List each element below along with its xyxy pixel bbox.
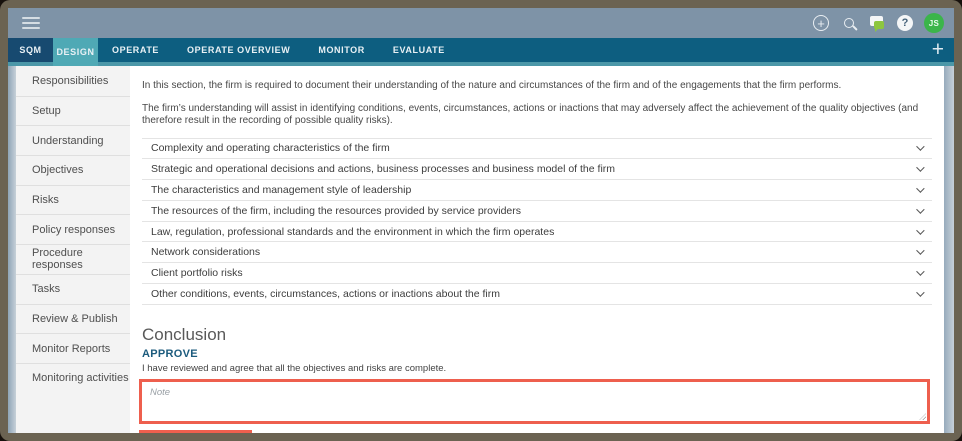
chevron-down-icon [916, 247, 924, 255]
resize-grip-icon[interactable] [919, 413, 926, 420]
accordion-label: Law, regulation, professional standards … [151, 226, 554, 238]
sidebar-item-objectives[interactable]: Objectives [16, 155, 130, 185]
sidebar-item-risks[interactable]: Risks [16, 185, 130, 215]
user-avatar[interactable]: JS [924, 13, 944, 33]
intro-text: In this section, the firm is required to… [142, 80, 932, 128]
note-input[interactable] [142, 382, 927, 416]
accordion-list: Complexity and operating characteristics… [142, 138, 932, 305]
chevron-down-icon [916, 226, 924, 234]
nav-bar: SQM DESIGN OPERATE OPERATE OVERVIEW MONI… [8, 38, 954, 62]
accordion-label: The characteristics and management style… [151, 184, 411, 196]
accordion-other-conditions[interactable]: Other conditions, events, circumstances,… [142, 283, 932, 304]
accordion-label: Network considerations [151, 246, 260, 258]
sidebar-item-procedure-responses[interactable]: Procedure responses [16, 244, 130, 274]
messages-icon[interactable] [868, 14, 886, 32]
accordion-network-considerations[interactable]: Network considerations [142, 241, 932, 262]
chevron-down-icon [916, 205, 924, 213]
sidebar-item-responsibilities[interactable]: Responsibilities [16, 66, 130, 96]
add-icon[interactable]: + [812, 14, 830, 32]
sidebar-item-tasks[interactable]: Tasks [16, 274, 130, 304]
signoff-annotation-highlight: Agree and Sign Off [139, 430, 252, 433]
accordion-law-regulation[interactable]: Law, regulation, professional standards … [142, 221, 932, 242]
tab-operate[interactable]: OPERATE [98, 38, 173, 62]
accordion-complexity[interactable]: Complexity and operating characteristics… [142, 138, 932, 159]
left-edge-stripe [8, 66, 16, 433]
accordion-strategic-decisions[interactable]: Strategic and operational decisions and … [142, 158, 932, 179]
body-row: Responsibilities Setup Understanding Obj… [8, 66, 954, 433]
nav-add-icon[interactable]: + [932, 40, 944, 60]
nav-wrap: SQM DESIGN OPERATE OPERATE OVERVIEW MONI… [8, 38, 954, 66]
accordion-client-portfolio-risks[interactable]: Client portfolio risks [142, 262, 932, 283]
chevron-down-icon [916, 164, 924, 172]
intro-paragraph-1: In this section, the firm is required to… [142, 80, 932, 93]
sidebar-item-review-publish[interactable]: Review & Publish [16, 304, 130, 334]
accordion-firm-resources[interactable]: The resources of the firm, including the… [142, 200, 932, 221]
tab-monitor[interactable]: MONITOR [304, 38, 379, 62]
sidebar-item-monitor-reports[interactable]: Monitor Reports [16, 333, 130, 363]
tab-sqm[interactable]: SQM [8, 38, 53, 62]
sidebar-item-setup[interactable]: Setup [16, 96, 130, 126]
approve-heading: APPROVE [142, 348, 932, 360]
main-content: In this section, the firm is required to… [130, 66, 944, 433]
nav-accent-line [8, 62, 954, 66]
help-icon[interactable]: ? [896, 14, 914, 32]
topbar-icons: + ? JS [812, 13, 944, 33]
approve-description: I have reviewed and agree that all the o… [142, 363, 932, 374]
sidebar-item-policy-responses[interactable]: Policy responses [16, 214, 130, 244]
search-icon[interactable] [840, 14, 858, 32]
accordion-leadership-style[interactable]: The characteristics and management style… [142, 179, 932, 200]
accordion-label: Other conditions, events, circumstances,… [151, 288, 500, 300]
chevron-down-icon [916, 288, 924, 296]
tab-operate-overview[interactable]: OPERATE OVERVIEW [173, 38, 304, 62]
top-bar: + ? JS [8, 8, 954, 38]
accordion-label: Complexity and operating characteristics… [151, 142, 390, 154]
conclusion-title: Conclusion [142, 325, 932, 345]
accordion-label: The resources of the firm, including the… [151, 205, 521, 217]
tab-evaluate[interactable]: EVALUATE [379, 38, 459, 62]
chevron-down-icon [916, 143, 924, 151]
hamburger-menu-icon[interactable] [22, 17, 40, 29]
intro-paragraph-2: The firm’s understanding will assist in … [142, 103, 932, 128]
sidebar-item-understanding[interactable]: Understanding [16, 125, 130, 155]
accordion-label: Client portfolio risks [151, 267, 243, 279]
chevron-down-icon [916, 184, 924, 192]
right-scrollbar-track[interactable] [944, 66, 954, 433]
sidebar: Responsibilities Setup Understanding Obj… [16, 66, 130, 433]
accordion-label: Strategic and operational decisions and … [151, 163, 615, 175]
app-content: + ? JS SQM DESIGN OPERATE [8, 8, 954, 433]
sidebar-item-monitoring-activities[interactable]: Monitoring activities [16, 363, 130, 393]
app-window: + ? JS SQM DESIGN OPERATE [0, 0, 962, 441]
note-annotation-highlight [139, 379, 930, 424]
tab-design[interactable]: DESIGN [53, 38, 98, 66]
chevron-down-icon [916, 268, 924, 276]
